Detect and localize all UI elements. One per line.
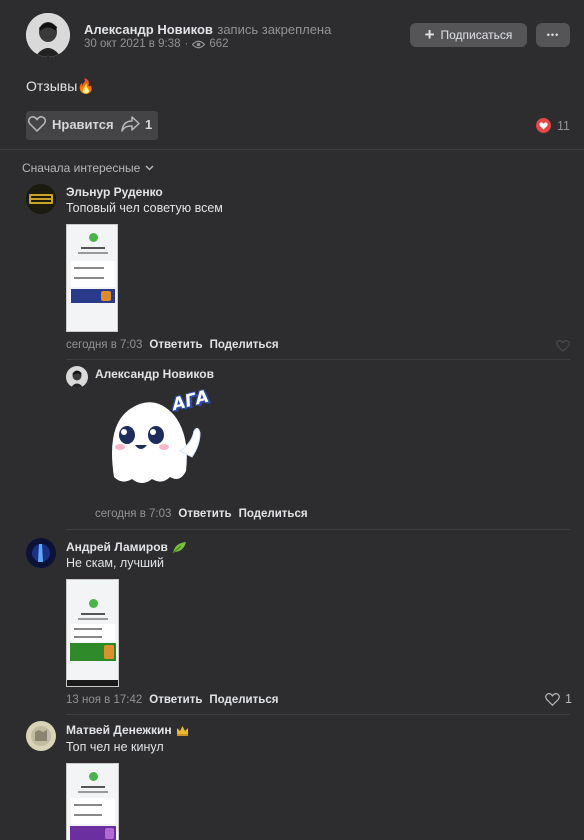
post-author-line: Александр Новиков запись закреплена (84, 21, 331, 39)
post-date[interactable]: 30 окт 2021 в 9:38 (84, 38, 180, 50)
comment-author-line: Андрей Ламиров (66, 540, 187, 554)
heart-outline-icon (28, 116, 46, 132)
reply-button[interactable]: Ответить (149, 339, 202, 351)
comment-avatar[interactable] (26, 184, 56, 214)
comment-text: Не скам, лучший (66, 556, 164, 570)
more-dots-icon: ••• (546, 30, 560, 40)
sort-label: Сначала интересные (22, 161, 141, 175)
post-author-name[interactable]: Александр Новиков (84, 22, 213, 37)
comment-time[interactable]: 13 ноя в 17:42 (66, 694, 142, 706)
heart-outline-icon (556, 340, 570, 353)
comment-meta: сегодня в 7:03 Ответить Поделиться (66, 339, 279, 351)
chevron-down-icon (145, 165, 154, 171)
subscribe-label: Подписаться (440, 28, 513, 42)
comment-divider (66, 359, 570, 360)
reply-author[interactable]: Александр Новиков (95, 367, 214, 381)
comment-author[interactable]: Матвей Денежкин (66, 723, 172, 737)
share-button[interactable]: Поделиться (210, 339, 279, 351)
views-count: 662 (209, 38, 229, 50)
heart-outline-icon (545, 692, 560, 706)
comment-author-line: Матвей Денежкин (66, 723, 189, 737)
subscribe-button[interactable]: + Подписаться (410, 23, 527, 47)
comment-attachment-image[interactable] (66, 579, 119, 687)
pinned-label: запись закреплена (217, 22, 332, 37)
comment-text: Топ чел не кинул (66, 740, 164, 754)
eye-icon (192, 40, 206, 49)
comment-divider (66, 529, 570, 530)
likes-summary[interactable]: 11 (536, 118, 570, 133)
comment-attachment-image[interactable] (66, 763, 119, 840)
crown-icon (176, 725, 189, 736)
more-button[interactable]: ••• (536, 23, 570, 47)
plus-icon: + (424, 25, 435, 44)
comment-divider (66, 714, 570, 715)
share-button[interactable]: Поделиться (239, 508, 308, 520)
heart-badge-icon (536, 118, 551, 133)
comment-likes-count: 1 (565, 692, 572, 706)
comment-avatar[interactable] (26, 538, 56, 568)
share-arrow-icon (121, 116, 140, 132)
post-meta: 30 окт 2021 в 9:38 · 662 (84, 38, 229, 50)
comments-sort[interactable]: Сначала интересные (22, 161, 154, 175)
comment-author[interactable]: Андрей Ламиров (66, 540, 168, 554)
leaf-icon (172, 541, 187, 554)
post-author-avatar[interactable] (26, 13, 70, 57)
meta-dot: · (184, 38, 189, 50)
comment-author[interactable]: Эльнур Руденко (66, 185, 163, 199)
like-label: Нравится (52, 116, 114, 132)
reply-time[interactable]: сегодня в 7:03 (95, 508, 171, 520)
like-button[interactable]: Нравится (28, 116, 114, 132)
post-text: Отзывы🔥 (26, 78, 95, 94)
comment-meta: 13 ноя в 17:42 Ответить Поделиться (66, 694, 278, 706)
likes-count: 11 (557, 118, 570, 133)
comment-avatar[interactable] (26, 721, 56, 751)
comment-attachment-image[interactable] (66, 224, 118, 332)
reply-button[interactable]: Ответить (178, 508, 231, 520)
comment-text: Топовый чел советую всем (66, 201, 223, 215)
share-button[interactable]: Поделиться (209, 694, 278, 706)
comment-like-button[interactable] (556, 339, 570, 357)
share-count: 1 (145, 116, 153, 132)
post-divider (0, 149, 584, 150)
comment-like-button[interactable]: 1 (545, 692, 572, 706)
reply-meta: сегодня в 7:03 Ответить Поделиться (95, 508, 308, 520)
reply-button[interactable]: Ответить (149, 694, 202, 706)
reply-avatar[interactable] (66, 366, 88, 388)
share-button[interactable]: 1 (121, 116, 152, 132)
comment-time[interactable]: сегодня в 7:03 (66, 339, 142, 351)
